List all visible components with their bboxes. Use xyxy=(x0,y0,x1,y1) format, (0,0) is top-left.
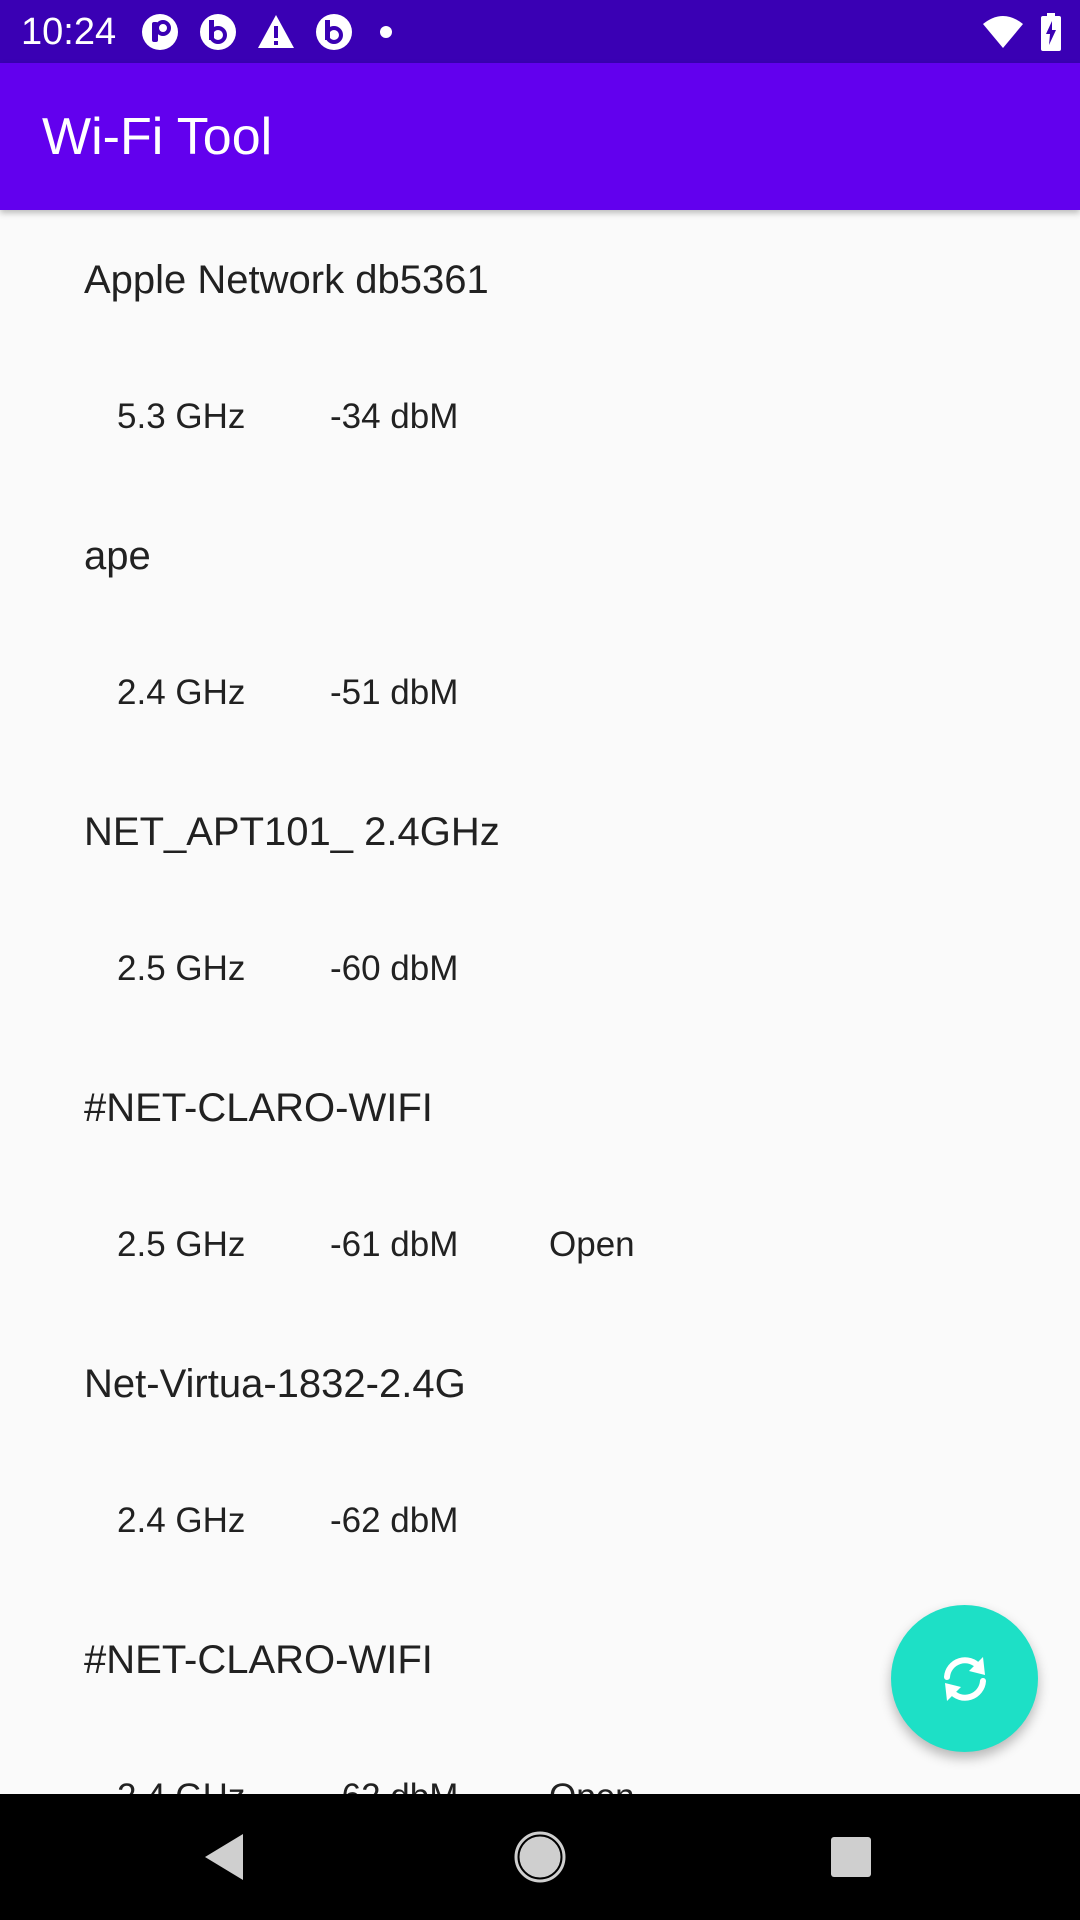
battery-charging-icon xyxy=(1041,13,1061,51)
status-bar: 10:24 xyxy=(0,0,1080,63)
app-title: Wi-Fi Tool xyxy=(42,108,273,166)
refresh-button[interactable] xyxy=(891,1605,1038,1752)
network-signal: -61 dbM xyxy=(330,1225,459,1264)
network-signal: -62 dbM xyxy=(330,1501,459,1540)
beats-icon xyxy=(316,14,352,50)
network-item[interactable]: ape 2.4 GHz -51 dbM xyxy=(0,486,1080,762)
network-item[interactable]: Net-Virtua-1832-2.4G 2.4 GHz -62 dbM xyxy=(0,1314,1080,1590)
network-signal: -34 dbM xyxy=(330,397,459,436)
network-frequency: 2.4 GHz xyxy=(117,1776,245,1794)
refresh-icon xyxy=(943,1656,986,1701)
screen: 10:24 Wi-Fi Tool Apple Network db5361 5.… xyxy=(0,0,1080,1920)
app-bar: Wi-Fi Tool xyxy=(0,63,1080,210)
back-icon xyxy=(205,1834,243,1880)
network-ssid: Net-Virtua-1832-2.4G xyxy=(84,1362,466,1406)
status-notification-icons xyxy=(140,10,392,54)
network-signal: -60 dbM xyxy=(330,949,459,988)
dot-icon xyxy=(380,26,392,38)
network-list[interactable]: Apple Network db5361 5.3 GHz -34 dbM ape… xyxy=(0,210,1080,1794)
network-item[interactable]: #NET-CLARO-WIFI 2.5 GHz -61 dbM Open xyxy=(0,1038,1080,1314)
network-item[interactable]: NET_APT101_ 2.4GHz 2.5 GHz -60 dbM xyxy=(0,762,1080,1038)
network-ssid: #NET-CLARO-WIFI xyxy=(84,1086,433,1130)
recents-button[interactable] xyxy=(818,1824,884,1890)
network-security: Open xyxy=(549,1225,635,1264)
network-frequency: 5.3 GHz xyxy=(117,397,246,436)
network-signal: -51 dbM xyxy=(330,673,459,712)
network-ssid: NET_APT101_ 2.4GHz xyxy=(84,810,500,854)
home-button[interactable] xyxy=(507,1824,573,1890)
home-icon xyxy=(514,1831,566,1883)
wifi-icon xyxy=(983,16,1023,48)
notification-app-icon xyxy=(142,14,178,50)
beats-icon xyxy=(200,14,236,50)
network-ssid: #NET-CLARO-WIFI xyxy=(84,1638,433,1682)
network-frequency: 2.4 GHz xyxy=(117,1501,246,1540)
network-signal: -62 dbM xyxy=(330,1776,458,1794)
status-time: 10:24 xyxy=(21,11,117,53)
recents-icon xyxy=(831,1837,871,1877)
network-ssid: ape xyxy=(84,534,151,578)
network-frequency: 2.5 GHz xyxy=(117,949,246,988)
network-item[interactable]: Apple Network db5361 5.3 GHz -34 dbM xyxy=(0,210,1080,486)
warning-icon xyxy=(258,15,294,48)
status-system-icons xyxy=(982,10,1062,54)
network-ssid: Apple Network db5361 xyxy=(84,258,489,302)
back-button[interactable] xyxy=(192,1824,258,1890)
network-frequency: 2.4 GHz xyxy=(117,673,246,712)
network-frequency: 2.5 GHz xyxy=(117,1225,246,1264)
network-security: Open xyxy=(549,1776,635,1794)
navigation-bar xyxy=(0,1794,1080,1920)
